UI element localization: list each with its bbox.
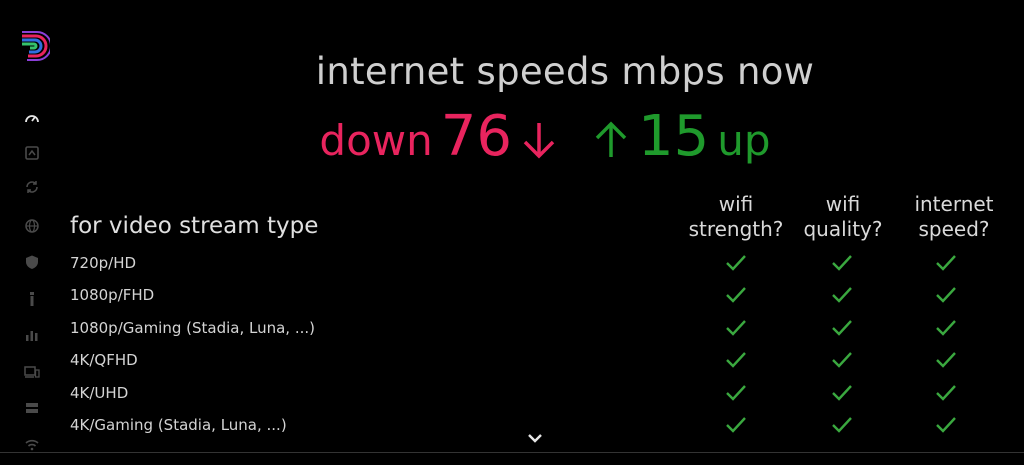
- history-icon[interactable]: [22, 143, 42, 163]
- checkmark-icon: [935, 350, 957, 370]
- arrow-up-icon: [592, 120, 630, 160]
- checkmark-icon: [725, 285, 747, 305]
- page-title: internet speeds mbps now: [315, 50, 815, 93]
- checkmark-icon: [935, 383, 957, 403]
- stream-type-label: 4K/Gaming (Stadia, Luna, ...): [70, 416, 287, 434]
- table-row: 4K/QFHD: [0, 345, 1024, 377]
- checkmark-icon: [831, 350, 853, 370]
- speed-readout: down 76 15 up: [200, 104, 890, 169]
- upload-label: up: [717, 116, 771, 165]
- checkmark-icon: [935, 415, 957, 435]
- column-header-line: wifi: [825, 192, 861, 216]
- refresh-icon[interactable]: [22, 177, 42, 197]
- speed-test-screen: internet speeds mbps now down 76 15 up f…: [0, 0, 1024, 465]
- checkmark-icon: [725, 253, 747, 273]
- upload-value: 15: [638, 104, 710, 169]
- stream-type-label: 1080p/Gaming (Stadia, Luna, ...): [70, 319, 315, 337]
- checkmark-icon: [935, 285, 957, 305]
- download-label: down: [319, 116, 433, 165]
- checkmark-icon: [935, 318, 957, 338]
- stream-type-label: 720p/HD: [70, 254, 137, 272]
- table-row: 4K/UHD: [0, 378, 1024, 410]
- app-logo-icon: [18, 30, 52, 62]
- column-header-internet-speed: internet speed?: [894, 192, 1014, 242]
- checkmark-icon: [831, 285, 853, 305]
- column-header-line: wifi: [718, 192, 754, 216]
- checkmark-icon: [725, 415, 747, 435]
- arrow-down-icon: [520, 120, 558, 160]
- upload-speed: 15 up: [592, 104, 771, 169]
- section-title: for video stream type: [70, 213, 319, 239]
- checkmark-icon: [725, 350, 747, 370]
- column-header-line: strength?: [688, 217, 784, 241]
- checkmark-icon: [935, 253, 957, 273]
- checkmark-icon: [831, 415, 853, 435]
- stream-type-label: 1080p/FHD: [70, 286, 155, 304]
- download-speed: down 76: [319, 104, 558, 169]
- table-row: 4K/Gaming (Stadia, Luna, ...): [0, 410, 1024, 442]
- download-value: 76: [440, 104, 513, 169]
- checkmark-icon: [831, 383, 853, 403]
- checkmark-icon: [725, 383, 747, 403]
- column-header-line: speed?: [918, 217, 990, 241]
- chevron-down-icon[interactable]: [525, 430, 545, 444]
- bottom-divider: [0, 452, 1024, 453]
- column-header-wifi-strength: wifi strength?: [676, 192, 796, 242]
- checkmark-icon: [725, 318, 747, 338]
- stream-type-label: 4K/UHD: [70, 384, 129, 402]
- globe-icon[interactable]: [22, 216, 42, 236]
- column-header-wifi-quality: wifi quality?: [783, 192, 903, 242]
- table-row: 720p/HD: [0, 248, 1024, 280]
- table-row: 1080p/Gaming (Stadia, Luna, ...): [0, 313, 1024, 345]
- checkmark-icon: [831, 253, 853, 273]
- column-header-line: internet: [914, 192, 994, 216]
- stream-type-label: 4K/QFHD: [70, 351, 138, 369]
- table-row: 1080p/FHD: [0, 280, 1024, 312]
- checkmark-icon: [831, 318, 853, 338]
- column-header-line: quality?: [803, 217, 883, 241]
- speedometer-icon[interactable]: [22, 109, 42, 129]
